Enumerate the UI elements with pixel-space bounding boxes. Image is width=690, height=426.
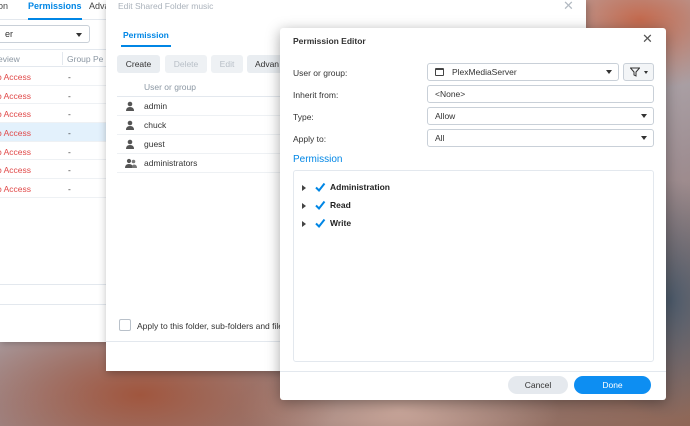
tab-bar: ion Permissions Adva: [0, 0, 110, 20]
column-group-permission[interactable]: Group Pe: [67, 54, 103, 64]
apply-to-label: Apply to:: [293, 134, 327, 144]
permission-value: o Access: [0, 184, 32, 195]
close-icon[interactable]: ✕: [563, 0, 574, 14]
user-name: administrators: [144, 158, 198, 168]
checkbox-checked-icon[interactable]: [314, 181, 326, 193]
filter-icon: [630, 67, 640, 77]
tab-application[interactable]: ion: [0, 1, 8, 11]
chevron-down-icon: [641, 136, 647, 140]
permission-section-title: Permission: [293, 154, 343, 165]
permission-value: o Access: [0, 165, 32, 176]
table-row[interactable]: o Access -: [0, 86, 108, 105]
cancel-button[interactable]: Cancel: [508, 376, 568, 394]
permission-value: o Access: [0, 72, 32, 82]
close-icon[interactable]: ✕: [642, 31, 653, 47]
done-button[interactable]: Done: [574, 376, 651, 394]
chevron-down-icon: [76, 33, 82, 37]
table-row[interactable]: o Access -: [0, 160, 108, 180]
group-icon: [125, 158, 137, 168]
chevron-down-icon: [644, 71, 648, 74]
apply-to-dropdown[interactable]: All: [427, 129, 654, 147]
permission-value: o Access: [0, 146, 32, 157]
user-icon: [126, 139, 134, 149]
permission-value: o Access: [0, 90, 32, 101]
column-preview[interactable]: eview: [0, 54, 20, 64]
group-permission-value: -: [68, 72, 71, 82]
user-or-group-dropdown[interactable]: PlexMediaServer: [427, 63, 619, 81]
tab-permission[interactable]: Permission: [121, 30, 171, 47]
create-button[interactable]: Create: [117, 55, 160, 73]
inherit-from-label: Inherit from:: [293, 90, 339, 100]
expand-arrow-icon[interactable]: [302, 185, 306, 191]
table-header: eview Group Pe: [0, 49, 108, 67]
user-or-group-label: User or group:: [293, 68, 348, 78]
expand-arrow-icon[interactable]: [302, 203, 306, 209]
apply-checkbox[interactable]: [119, 319, 131, 331]
user-row-administrators[interactable]: administrators: [117, 154, 292, 173]
permission-tree: Administration Read Write: [293, 170, 654, 362]
table-row[interactable]: o Access -: [0, 142, 108, 161]
user-type-value: er: [5, 29, 14, 39]
user-row-guest[interactable]: guest: [117, 135, 292, 154]
user-name: admin: [144, 101, 168, 111]
type-label: Type:: [293, 112, 314, 122]
delete-button[interactable]: Delete: [165, 55, 207, 73]
edit-button[interactable]: Edit: [211, 55, 243, 73]
type-dropdown[interactable]: Allow: [427, 107, 654, 125]
group-permission-value: -: [68, 165, 71, 176]
dialog-footer-divider: [280, 371, 666, 372]
user-row-chuck[interactable]: chuck: [117, 116, 292, 135]
dialog-title: Permission Editor: [293, 36, 366, 46]
table-row[interactable]: o Access -: [0, 67, 108, 86]
expand-arrow-icon[interactable]: [302, 221, 306, 227]
user-row-admin[interactable]: admin: [117, 97, 292, 116]
permission-value: o Access: [0, 109, 32, 120]
checkbox-checked-icon[interactable]: [314, 217, 326, 229]
user-or-group-value: PlexMediaServer: [452, 67, 517, 77]
window-title: Edit Shared Folder music: [118, 1, 214, 11]
permission-value: o Access: [0, 128, 32, 139]
tab-permissions[interactable]: Permissions: [28, 1, 82, 20]
user-icon: [126, 120, 134, 130]
window-icon: [435, 68, 444, 76]
apply-label: Apply to this folder, sub-folders and fi…: [137, 321, 283, 331]
table-row[interactable]: o Access -: [0, 104, 108, 124]
user-name: chuck: [144, 120, 167, 130]
group-permission-value: -: [68, 90, 71, 101]
user-column-header: User or group: [117, 79, 292, 97]
tree-node-label: Read: [330, 200, 351, 210]
permission-rows: o Access - o Access - o Access - o Access - …: [0, 67, 108, 198]
group-permission-value: -: [68, 109, 71, 120]
divider: [0, 304, 108, 305]
user-name: guest: [144, 139, 165, 149]
tree-node-label: Administration: [330, 182, 390, 192]
user-icon: [126, 101, 134, 111]
group-permission-value: -: [68, 146, 71, 157]
inherit-from-field[interactable]: <None>: [427, 85, 654, 103]
apply-to-value: All: [435, 133, 445, 143]
permission-editor-dialog: Permission Editor ✕ User or group: PlexM…: [280, 28, 666, 400]
shared-folder-window: ion Permissions Adva er eview Group Pe o…: [0, 0, 110, 342]
chevron-down-icon: [606, 70, 612, 74]
column-user-or-group[interactable]: User or group: [144, 82, 196, 92]
chevron-down-icon: [641, 114, 647, 118]
checkbox-checked-icon[interactable]: [314, 199, 326, 211]
divider: [0, 284, 108, 285]
tree-node-label: Write: [330, 218, 352, 228]
filter-button[interactable]: [623, 63, 654, 81]
type-value: Allow: [435, 111, 456, 121]
table-row[interactable]: o Access -: [0, 123, 108, 142]
user-type-dropdown[interactable]: er: [0, 25, 90, 43]
group-permission-value: -: [68, 184, 71, 195]
inherit-from-value: <None>: [435, 89, 466, 99]
table-row[interactable]: o Access -: [0, 179, 108, 198]
group-permission-value: -: [68, 128, 71, 139]
column-divider: [62, 52, 63, 65]
